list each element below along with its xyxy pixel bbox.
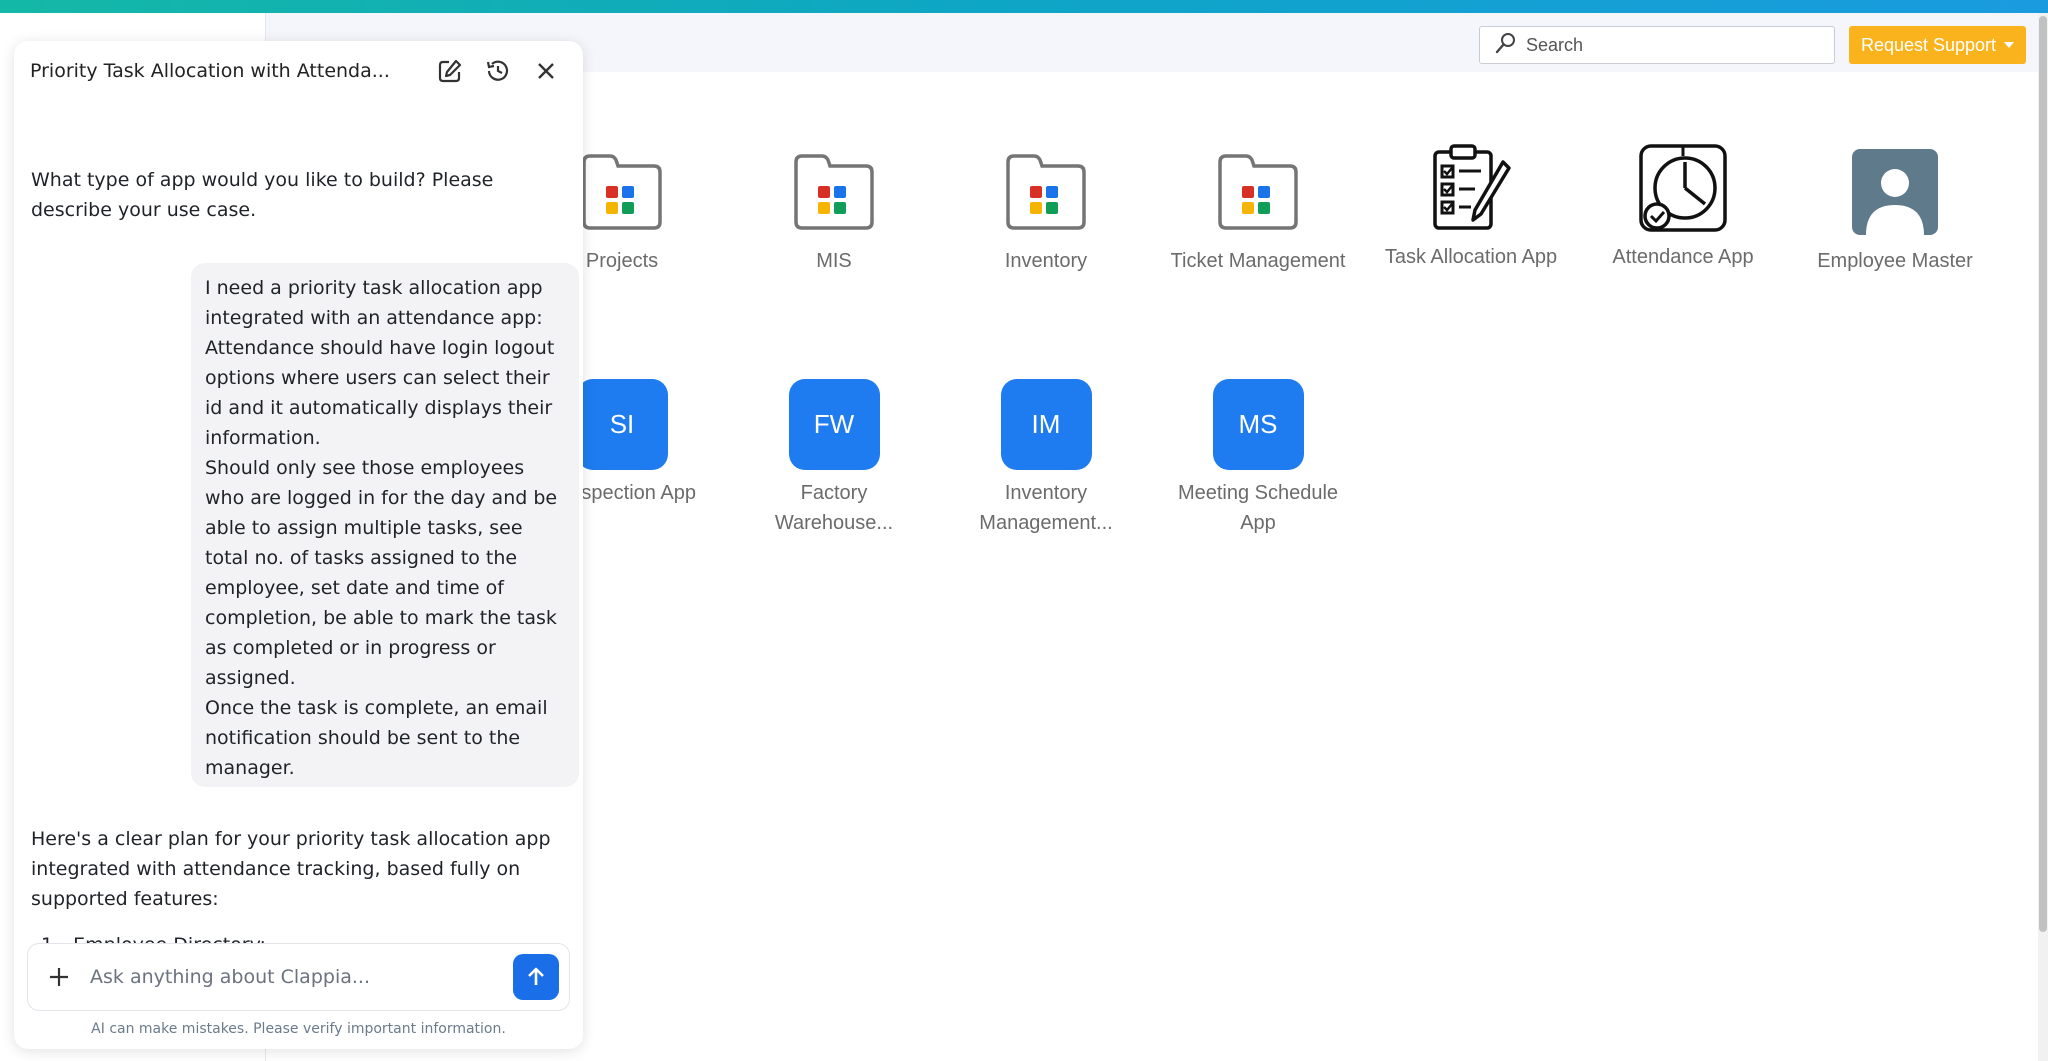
user-message-line: Should only see those employees [205, 457, 525, 479]
app-tile-label: Employee Master [1817, 250, 1973, 272]
app-badge-icon: IM [1000, 378, 1092, 470]
chat-title: Priority Task Allocation with Attenda... [30, 60, 390, 82]
app-tile-label: Ticket Management [1170, 250, 1346, 272]
ai-disclaimer: AI can make mistakes. Please verify impo… [91, 1021, 506, 1037]
chat-messages[interactable]: What type of app would you like to build… [14, 101, 583, 967]
user-message-line: Attendance should have login logout [205, 337, 555, 359]
bot-message: Here's a clear plan for your priority ta… [31, 828, 551, 910]
app-tile-inventory[interactable]: Inventory [951, 146, 1141, 276]
user-message-line: manager. [205, 757, 295, 779]
chat-input[interactable] [90, 966, 513, 988]
checklist-pencil-icon [1425, 142, 1517, 234]
user-message-line: id and it automatically displays their [205, 397, 553, 419]
app-tile-factory-warehouse[interactable]: FW Factory Warehouse... [739, 378, 929, 538]
user-message-line: able to assign multiple tasks, see [205, 517, 523, 539]
new-chat-button[interactable] [436, 57, 464, 85]
user-message-line: assigned. [205, 667, 296, 689]
user-message-line: Once the task is complete, an email [205, 697, 548, 719]
app-tile-inventory-management[interactable]: IM Inventory Management... [951, 378, 1141, 538]
send-button[interactable] [513, 954, 559, 1000]
app-tile-task-allocation[interactable]: Task Allocation App [1376, 142, 1566, 272]
clock-check-icon [1637, 142, 1729, 234]
ai-chat-panel: Priority Task Allocation with Attenda...… [14, 41, 583, 1049]
folder-grid-icon [576, 146, 668, 238]
app-tile-label: Task Allocation App [1384, 246, 1558, 268]
bot-message: What type of app would you like to build… [31, 169, 494, 221]
app-tile-label: MIS [816, 250, 852, 272]
app-tile-mis[interactable]: MIS [739, 146, 929, 276]
search-icon [1494, 31, 1518, 59]
app-badge-icon: SI [576, 378, 668, 470]
user-message-line: who are logged in for the day and be [205, 487, 558, 509]
app-tile-label: Inventory Management... [979, 482, 1113, 534]
user-message-line: notification should be sent to the [205, 727, 521, 749]
request-support-label: Request Support [1860, 34, 1997, 55]
app-tile-attendance[interactable]: Attendance App [1588, 142, 1778, 272]
folder-grid-icon [788, 146, 880, 238]
app-tile-ticket-management[interactable]: Ticket Management [1163, 146, 1353, 276]
app-badge-icon: MS [1212, 378, 1304, 470]
chat-input-bar [27, 943, 570, 1011]
app-badge-icon: FW [788, 378, 880, 470]
history-icon [486, 60, 509, 81]
person-avatar-icon [1849, 146, 1941, 238]
close-icon [538, 63, 554, 79]
user-message-line: total no. of tasks assigned to the [205, 547, 518, 569]
arrow-up-icon [528, 967, 544, 985]
user-message-line: employee, set date and time of [205, 577, 504, 599]
chevron-down-icon [2004, 42, 2015, 48]
search-box[interactable] [1479, 26, 1835, 64]
close-chat-button[interactable] [532, 57, 560, 85]
scrollbar-thumb[interactable] [2039, 16, 2047, 932]
edit-icon [438, 59, 462, 83]
folder-grid-icon [1212, 146, 1304, 238]
app-tile-label: Attendance App [1612, 246, 1754, 268]
top-accent-bar [0, 0, 2048, 13]
user-message-line: information. [205, 427, 321, 449]
app-tile-employee-master[interactable]: Employee Master [1800, 146, 1990, 276]
user-message-line: options where users can select their [205, 367, 550, 389]
request-support-button[interactable]: Request Support [1849, 26, 2026, 64]
user-message-line: as completed or in progress or [205, 637, 496, 659]
folder-grid-icon [1000, 146, 1092, 238]
user-message-bubble: I need a priority task allocation app in… [191, 263, 579, 787]
app-tile-meeting-schedule[interactable]: MS Meeting Schedule App [1163, 378, 1353, 538]
plus-icon [50, 968, 68, 986]
user-message-line: I need a priority task allocation app [205, 277, 543, 299]
app-tile-label: Meeting Schedule App [1177, 482, 1339, 534]
user-message-line: integrated with an attendance app: [205, 307, 543, 329]
attach-button[interactable] [28, 943, 90, 1011]
chat-history-button[interactable] [484, 57, 512, 85]
user-message-line: completion, be able to mark the task [205, 607, 557, 629]
app-tile-label: Inventory [1004, 250, 1088, 272]
search-input[interactable] [1526, 34, 1826, 56]
app-tile-label: Factory Warehouse... [774, 482, 894, 534]
